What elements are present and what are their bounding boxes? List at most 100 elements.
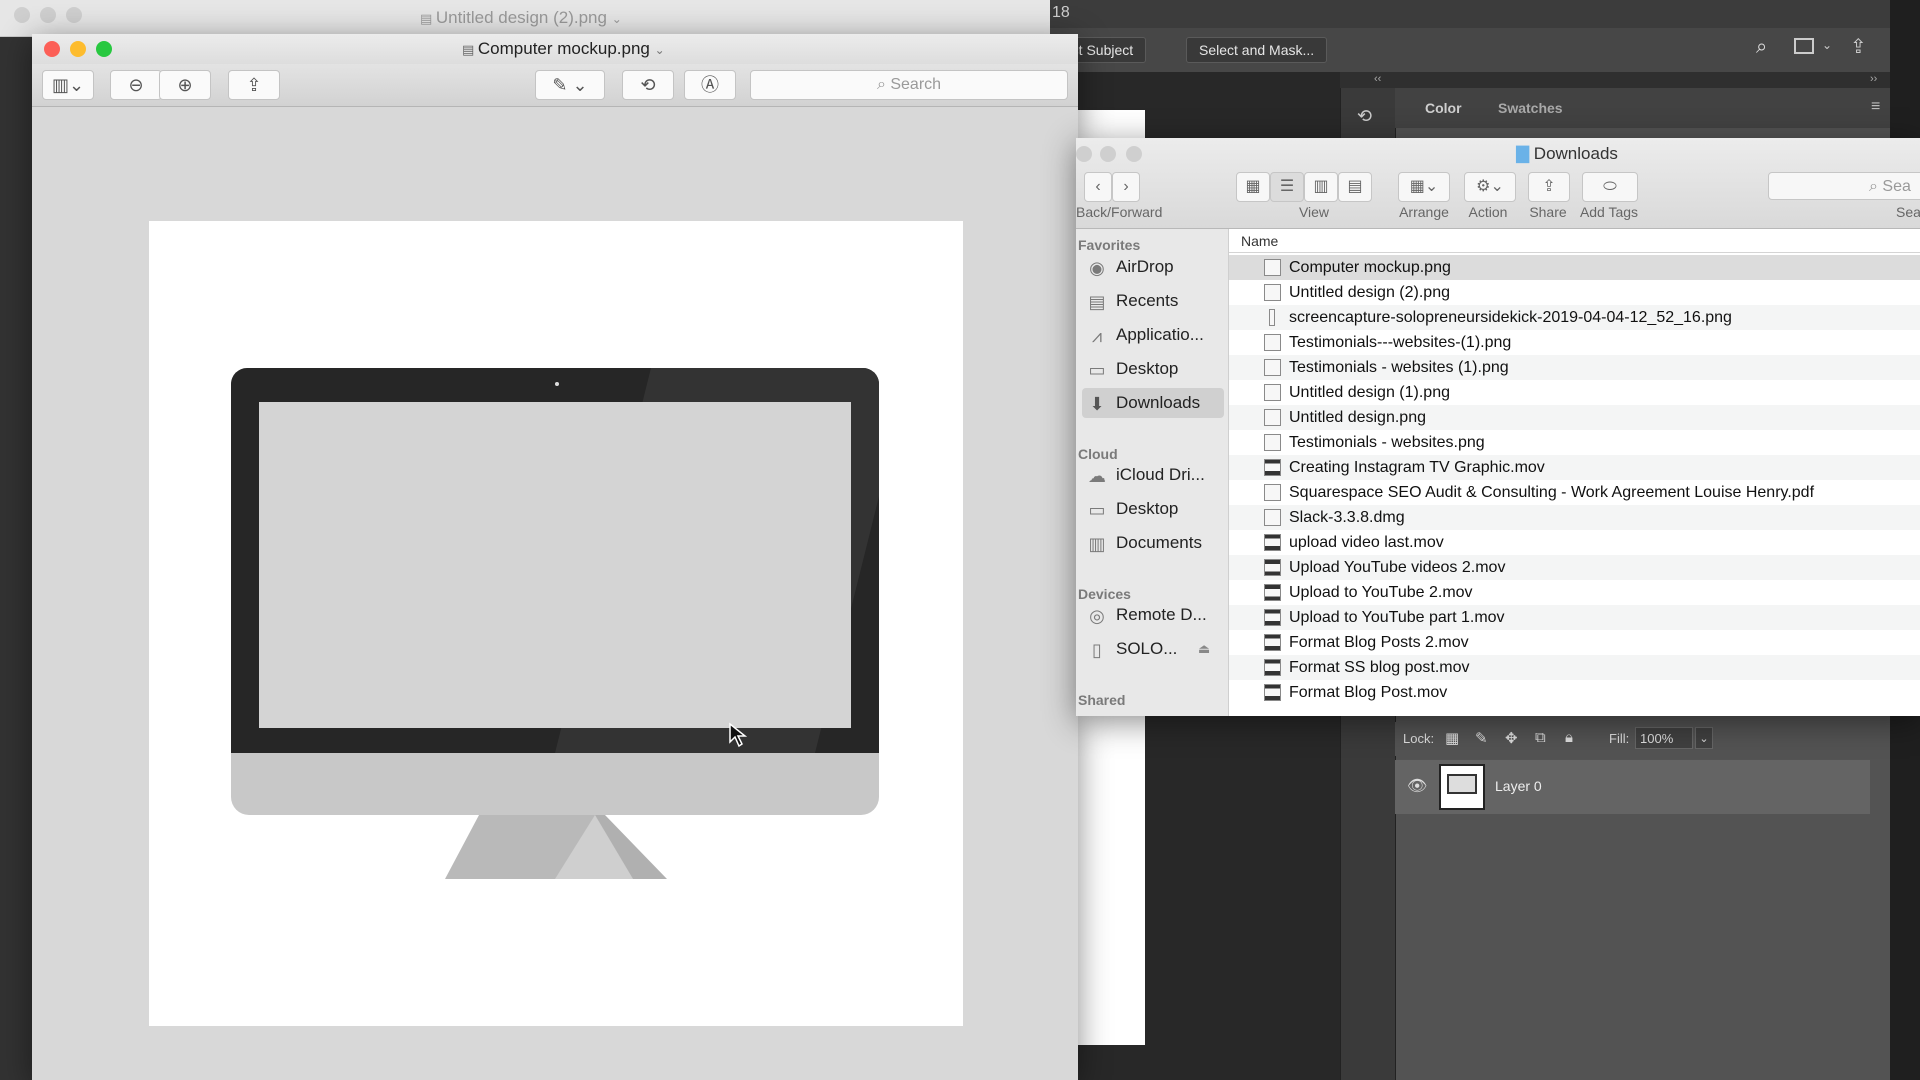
sidebar-item-label: Documents — [1116, 533, 1202, 552]
zoom-button[interactable] — [96, 41, 112, 57]
lock-move-icon[interactable]: ✥ — [1505, 729, 1518, 747]
view-gallery-button[interactable]: ▤ — [1338, 172, 1372, 202]
file-name: Upload to YouTube 2.mov — [1289, 584, 1473, 601]
sidebar-item-documents[interactable]: ▥ Documents — [1082, 528, 1224, 558]
file-row[interactable]: Untitled design (2).png — [1229, 280, 1920, 305]
chevron-down-icon[interactable]: ⌄ — [655, 43, 665, 57]
minimize-button-inactive[interactable] — [40, 7, 56, 23]
file-row[interactable]: Untitled design.png — [1229, 405, 1920, 430]
eject-icon[interactable]: ⏏ — [1198, 634, 1210, 664]
finder-title-text: Downloads — [1533, 144, 1618, 163]
gear-icon: ⚙⌄ — [1476, 178, 1504, 195]
select-and-mask-button[interactable]: Select and Mask... — [1186, 37, 1328, 63]
view-icons-button[interactable]: ▦ — [1236, 172, 1270, 202]
monitor-screen — [259, 402, 851, 728]
file-row[interactable]: Format Blog Post.mov — [1229, 680, 1920, 705]
lock-brush-icon[interactable]: ✎ — [1475, 729, 1488, 747]
preview-back-window[interactable]: ▤ Untitled design (2).png ⌄ — [0, 0, 1050, 37]
column-header-name[interactable]: Name — [1229, 229, 1920, 253]
tab-color[interactable]: Color — [1425, 88, 1462, 128]
preview-titlebar: ▤ Computer mockup.png ⌄ — [32, 34, 1078, 64]
search-field[interactable]: ⌕ Search — [750, 70, 1068, 100]
file-row[interactable]: upload video last.mov — [1229, 530, 1920, 555]
highlight-button[interactable]: ✎ ⌄ — [535, 70, 605, 100]
file-row[interactable]: Upload YouTube videos 2.mov — [1229, 555, 1920, 580]
minimize-button[interactable] — [70, 41, 86, 57]
sidebar-item-applications[interactable]: ⩘ Applicatio... — [1082, 320, 1224, 350]
file-row[interactable]: Untitled design (1).png — [1229, 380, 1920, 405]
file-row[interactable]: Testimonials---websites-(1).png — [1229, 330, 1920, 355]
markup-button[interactable]: Ⓐ — [684, 70, 736, 100]
file-name: upload video last.mov — [1289, 534, 1444, 551]
view-columns-button[interactable]: ▥ — [1304, 172, 1338, 202]
zoom-button-inactive[interactable] — [1126, 146, 1142, 162]
sidebar-item-desktop[interactable]: ▭ Desktop — [1082, 354, 1224, 384]
file-row[interactable]: Upload to YouTube 2.mov — [1229, 580, 1920, 605]
zoom-out-button[interactable]: ⊖ — [110, 70, 162, 100]
lock-artboard-icon[interactable]: ⧉ — [1535, 729, 1546, 746]
collapse-left-icon[interactable]: ‹‹ — [1374, 73, 1381, 85]
panel-menu-icon[interactable]: ≡ — [1871, 98, 1880, 116]
share-icon[interactable]: ⇪ — [1850, 34, 1867, 59]
arrange-button[interactable]: ▦⌄ — [1398, 172, 1450, 202]
panel-collapse-bar: ‹‹ ›› — [1340, 72, 1890, 88]
image-file-icon — [1269, 309, 1275, 327]
fill-input[interactable]: 100% — [1635, 727, 1693, 749]
close-button[interactable] — [44, 41, 60, 57]
layer-name: Layer 0 — [1495, 778, 1542, 794]
file-row[interactable]: Testimonials - websites.png — [1229, 430, 1920, 455]
sidebar-item-airdrop[interactable]: ◉ AirDrop — [1082, 252, 1224, 282]
sidebar-item-recents[interactable]: ▤ Recents — [1082, 286, 1224, 316]
sidebar-item-icloud-drive[interactable]: ☁ iCloud Dri... — [1082, 460, 1224, 490]
action-button[interactable]: ⚙⌄ — [1464, 172, 1516, 202]
chevron-down-icon[interactable]: ⌄ — [612, 12, 622, 26]
eye-icon[interactable]: 👁︎ — [1407, 776, 1427, 796]
share-button[interactable]: ⇪ — [1528, 172, 1570, 202]
minimize-button-inactive[interactable] — [1100, 146, 1116, 162]
grid-icon: ▦ — [1245, 178, 1261, 195]
rotate-button[interactable]: ⟲ — [622, 70, 674, 100]
finder-search-field[interactable]: ⌕ Sea — [1768, 172, 1920, 200]
file-row[interactable]: Format Blog Posts 2.mov — [1229, 630, 1920, 655]
fill-dropdown-icon[interactable]: ⌄ — [1695, 727, 1713, 749]
lock-transparent-icon[interactable]: ▦ — [1445, 729, 1459, 747]
sidebar-item-downloads[interactable]: ⬇ Downloads — [1082, 388, 1224, 418]
file-row[interactable]: Creating Instagram TV Graphic.mov — [1229, 455, 1920, 480]
sidebar-toggle-button[interactable]: ▥⌄ — [42, 70, 94, 100]
search-label: Sea — [1896, 204, 1920, 220]
close-button-inactive[interactable] — [1076, 146, 1092, 162]
zoom-in-icon: ⊕ — [177, 75, 193, 95]
share-button[interactable]: ⇪ — [228, 70, 280, 100]
chevron-down-icon[interactable]: ⌄ — [1822, 38, 1832, 52]
sidebar-item-label: Recents — [1116, 291, 1179, 310]
tab-swatches[interactable]: Swatches — [1498, 88, 1563, 128]
collapse-right-icon[interactable]: ›› — [1870, 73, 1877, 85]
file-row[interactable]: Upload to YouTube part 1.mov — [1229, 605, 1920, 630]
sidebar-item-remote-disc[interactable]: ◎ Remote D... — [1082, 600, 1224, 630]
sidebar-item-icloud-desktop[interactable]: ▭ Desktop — [1082, 494, 1224, 524]
zoom-in-button[interactable]: ⊕ — [159, 70, 211, 100]
layer-row[interactable]: 👁︎ Layer 0 — [1395, 760, 1870, 814]
view-list-button[interactable]: ☰ — [1270, 172, 1304, 202]
add-tags-button[interactable]: ⬭ — [1582, 172, 1638, 202]
back-button[interactable]: ‹ — [1084, 172, 1112, 202]
forward-button[interactable]: › — [1112, 172, 1140, 202]
sidebar-item-solo-drive[interactable]: ▯ SOLO... ⏏ — [1082, 634, 1224, 664]
file-row[interactable]: Slack-3.3.8.dmg — [1229, 505, 1920, 530]
photoshop-options-bar: elect Subject Select and Mask... ⌕ ⌄ ⇪ — [1040, 28, 1890, 73]
history-icon[interactable]: ⟲ — [1357, 106, 1372, 127]
finder-search-placeholder: Sea — [1882, 178, 1911, 195]
file-row[interactable]: Computer mockup.png — [1229, 255, 1920, 280]
file-row[interactable]: screencapture-solopreneursidekick-2019-0… — [1229, 305, 1920, 330]
documents-icon: ▥ — [1088, 533, 1106, 554]
workspace-icon[interactable] — [1794, 38, 1814, 54]
close-button-inactive[interactable] — [14, 7, 30, 23]
file-row[interactable]: Testimonials - websites (1).png — [1229, 355, 1920, 380]
file-row[interactable]: Squarespace SEO Audit & Consulting - Wor… — [1229, 480, 1920, 505]
lock-all-icon[interactable]: 🔒︎ — [1565, 729, 1573, 746]
zoom-button-inactive[interactable] — [66, 7, 82, 23]
folder-icon: ▇ — [1516, 144, 1534, 163]
movie-file-icon — [1264, 659, 1281, 677]
file-row[interactable]: Format SS blog post.mov — [1229, 655, 1920, 680]
search-icon[interactable]: ⌕ — [1756, 36, 1767, 59]
